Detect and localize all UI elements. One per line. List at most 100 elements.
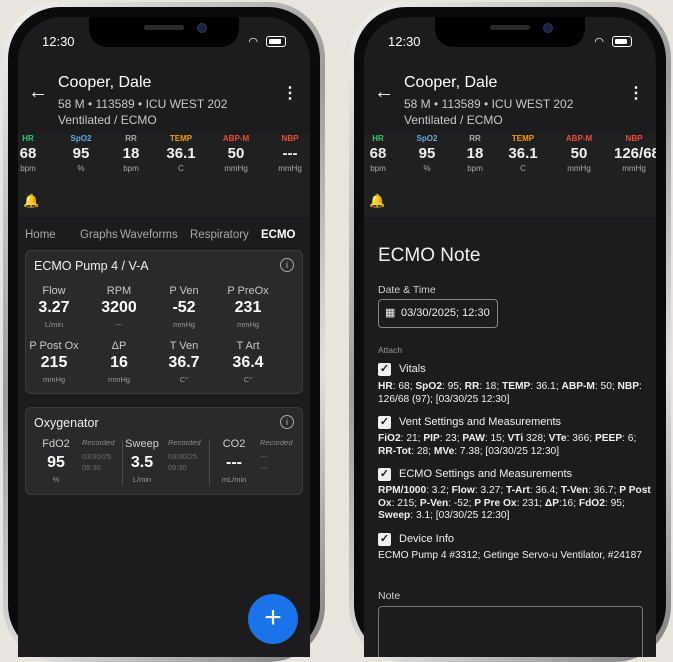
info-icon[interactable]: i	[280, 258, 294, 272]
back-arrow-icon[interactable]: ←	[374, 81, 394, 104]
status-time: 12:30	[42, 34, 75, 49]
info-icon[interactable]: i	[280, 415, 294, 429]
recorded-label: Recorded	[168, 438, 201, 447]
oxygenator-card: Oxygenator i FdO2 95% Recorded 03/30/25 09:3…	[25, 407, 303, 495]
datetime-field[interactable]: ▦ 03/30/2025; 12:30	[378, 299, 498, 328]
summary-value: : 50;	[594, 381, 618, 392]
oxygenator-label: CO2	[222, 438, 246, 450]
metric-unit: mmHg	[107, 375, 131, 384]
metric-unit: ---	[115, 320, 123, 329]
recorded-time: 09:30	[82, 463, 101, 472]
more-options-icon[interactable]: ⋮	[628, 83, 644, 103]
summary-value: : 21;	[400, 433, 424, 444]
vital-unit: mmHg	[278, 164, 302, 173]
tab-waveforms[interactable]: Waveforms	[120, 229, 178, 241]
vital-item: HR 68 bpm	[18, 134, 48, 173]
vital-label: HR	[22, 134, 34, 143]
note-title: ECMO Note	[378, 245, 481, 266]
tab-ecmo[interactable]: ECMO	[261, 229, 296, 241]
vital-label: SpO2	[70, 134, 92, 143]
patient-header: ← Cooper, Dale 58 M • 113589 • ICU WEST …	[364, 69, 656, 129]
back-arrow-icon[interactable]: ←	[28, 81, 48, 104]
wifi-icon: ◠	[594, 36, 604, 48]
summary-key: NBP	[617, 381, 640, 392]
recorded-label: Recorded	[82, 438, 115, 447]
bell-icon[interactable]: 🔔	[23, 193, 39, 209]
summary-value: : 15;	[484, 433, 508, 444]
datetime-label: Date & Time	[378, 284, 436, 296]
summary-value: :16;	[559, 497, 579, 509]
metric-label: RPM	[106, 285, 132, 297]
metric-unit: C°	[243, 375, 253, 384]
vitals-checkbox[interactable]: ✓	[378, 363, 391, 376]
recorded-date: 03/30/25	[168, 452, 198, 461]
summary-key: TEMP	[502, 381, 531, 392]
vital-item: ABP-M 50 mmHg	[559, 134, 599, 173]
more-options-icon[interactable]: ⋮	[282, 83, 298, 103]
device-checkbox[interactable]: ✓	[378, 533, 391, 546]
vital-label: SpO2	[416, 134, 438, 143]
oxygenator-value: ---	[226, 454, 242, 471]
vitals-checkbox-label: Vitals	[399, 363, 426, 375]
vital-label: ABP-M	[222, 134, 250, 143]
oxygenator-label: Sweep	[125, 438, 159, 450]
tab-respiratory[interactable]: Respiratory	[190, 229, 249, 241]
metric-value: 36.7	[168, 354, 200, 371]
bell-icon[interactable]: 🔔	[369, 193, 385, 209]
device-checkbox-label: Device Info	[399, 533, 455, 545]
vitals-strip: HR 68 bpm SpO2 95% RR 18 bpm TEMP 36.1 C ABP-M 50 mmH…	[18, 134, 310, 189]
summary-value: : 215;	[391, 497, 420, 509]
summary-value: : 95;	[441, 381, 465, 392]
vital-unit: mmHg	[224, 164, 248, 173]
recorded-timestamp: 03/30/25 09:30	[82, 451, 111, 473]
vital-unit: mmHg	[622, 164, 646, 173]
summary-key: Flow	[451, 485, 475, 496]
vital-value: 36.1	[508, 145, 538, 162]
metric-tile: RPM 3200 ---	[84, 285, 154, 329]
summary-value: : 3.1; [03/30/25 12:30]	[410, 510, 510, 521]
summary-value: : 6;	[622, 433, 637, 444]
vitals-summary: HR: 68; SpO2: 95; RR: 18; TEMP: 36.1; AB…	[378, 381, 653, 406]
oxygenator-unit: L/min	[132, 475, 152, 484]
metric-tile: ΔP 16 mmHg	[84, 340, 154, 384]
vital-unit: bpm	[467, 164, 483, 173]
summary-key: SpO2	[415, 381, 442, 392]
notch	[435, 17, 585, 47]
patient-header: ← Cooper, Dale 58 M • 113589 • ICU WEST …	[18, 69, 310, 129]
summary-key: T-Ven	[560, 485, 589, 496]
summary-key: T-Art	[505, 485, 530, 496]
ecmo-summary: RPM/1000: 3.2; Flow: 3.27; T-Art: 36.4; …	[378, 485, 653, 523]
tab-home[interactable]: Home	[25, 229, 56, 241]
patient-status: Ventilated / ECMO	[58, 113, 157, 127]
summary-value: : 36.7;	[588, 485, 620, 496]
status-time: 12:30	[388, 34, 421, 49]
vital-unit: C	[178, 164, 184, 173]
add-fab-button[interactable]: +	[248, 594, 298, 644]
summary-key: RR-Tot	[378, 445, 412, 457]
summary-key: VTi	[507, 433, 524, 444]
summary-value: : 18;	[479, 381, 503, 392]
bezel: 12:30 ◠ ← Cooper, Dale 58 M • 113589 • I…	[8, 7, 320, 657]
note-textarea[interactable]	[378, 606, 643, 657]
metric-unit: mmHg	[236, 320, 260, 329]
oxygenator-value: 3.5	[130, 454, 154, 471]
vent-summary: FiO2: 21; PIP: 23; PAW: 15; VTi 328; VTe…	[378, 433, 653, 458]
metric-value: 215	[40, 354, 68, 371]
vital-unit: %	[77, 164, 85, 173]
metric-label: T Art	[236, 340, 260, 352]
vital-label: RR	[469, 134, 481, 143]
ecmo-checkbox[interactable]: ✓	[378, 468, 391, 481]
metric-label: T Ven	[169, 340, 199, 352]
ecmo-pump-card: ECMO Pump 4 / V-A i Flow 3.27 L/min RPM 3200…	[25, 250, 303, 394]
metric-tile: T Art 36.4 C°	[213, 340, 283, 384]
vital-item: RR 18 bpm	[455, 134, 495, 173]
summary-key: VTe	[548, 433, 567, 444]
tab-graphs[interactable]: Graphs	[80, 229, 118, 241]
card-title: ECMO Pump 4 / V-A	[34, 259, 149, 273]
vent-checkbox[interactable]: ✓	[378, 416, 391, 429]
recorded-time: 09:30	[168, 463, 187, 472]
recorded-date: 03/30/25	[82, 452, 112, 461]
metric-label: P Post Ox	[29, 340, 79, 352]
vital-item: TEMP 36.1 C	[161, 134, 201, 173]
recorded-date: ---	[260, 452, 268, 461]
